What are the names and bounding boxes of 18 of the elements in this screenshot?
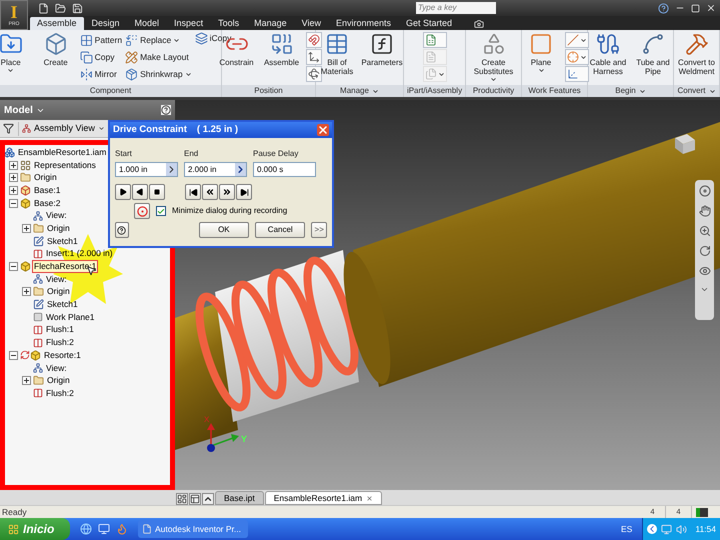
field-label: Start	[115, 148, 133, 160]
group-title: Productivity	[472, 85, 514, 97]
group-title: Manage	[340, 85, 369, 97]
axis-label: X	[204, 415, 210, 424]
drive-value: ( 1.25 in )	[196, 122, 238, 137]
group-title: iPart/iAssembly	[406, 85, 462, 97]
app-logo-letter: I	[10, 3, 18, 21]
axis-label: Y	[241, 434, 248, 444]
group-title: Position	[254, 85, 283, 97]
clock: 11:54	[695, 522, 716, 536]
checkbox-label: Minimize dialog during recording	[172, 205, 288, 217]
group-title: Work Features	[528, 85, 581, 97]
field-label: Pause Delay	[253, 148, 300, 160]
group-title: Begin	[615, 85, 636, 97]
group-title: Convert	[677, 85, 706, 97]
status-message: Ready	[2, 506, 27, 518]
group-title: Component	[90, 85, 132, 97]
field-label: End	[184, 148, 200, 160]
